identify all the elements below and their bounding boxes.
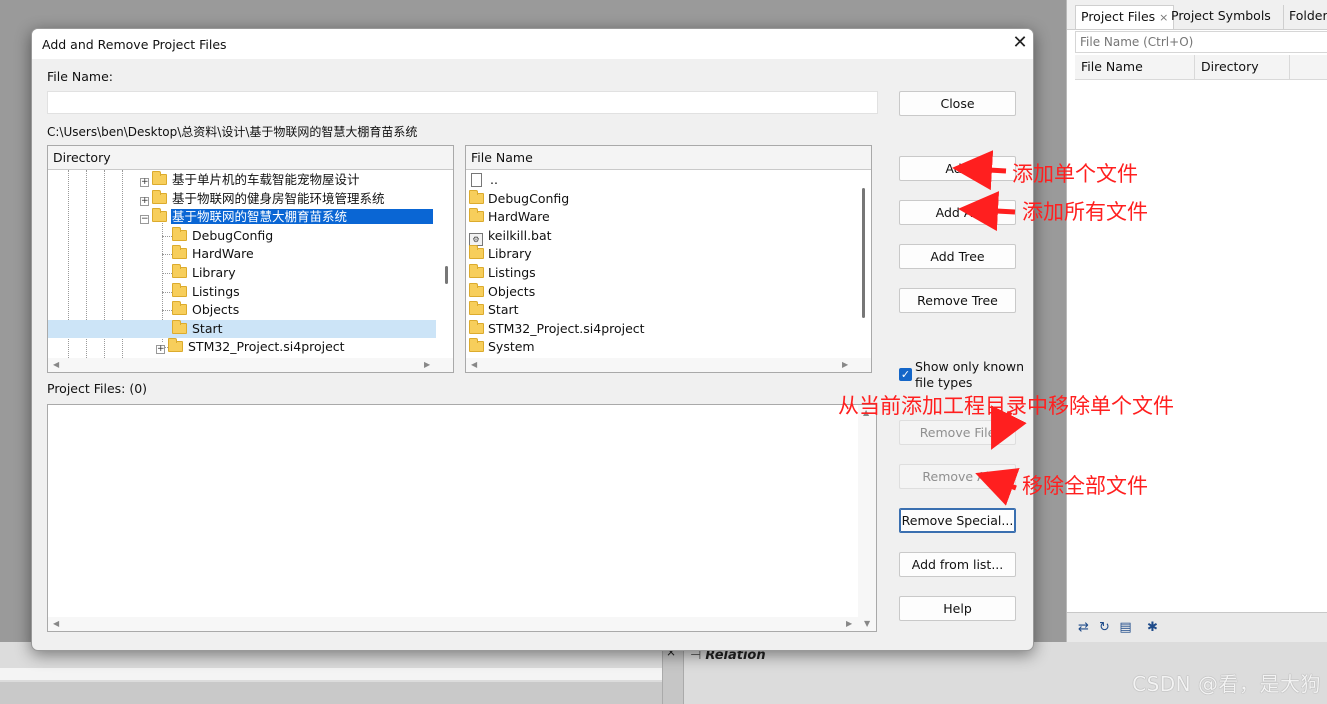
annotation-arrows <box>952 150 1027 506</box>
annotation-remove-single: 从当前添加工程目录中移除单个文件 <box>838 394 1174 418</box>
arrow-add-single <box>952 150 1007 191</box>
annotation-remove-all: 移除全部文件 <box>1022 474 1148 498</box>
arrow-remove-all <box>975 468 1020 506</box>
annotation-add-all: 添加所有文件 <box>1022 200 1148 224</box>
arrow-add-all <box>958 191 1016 232</box>
annotation-add-single: 添加单个文件 <box>1012 162 1138 186</box>
